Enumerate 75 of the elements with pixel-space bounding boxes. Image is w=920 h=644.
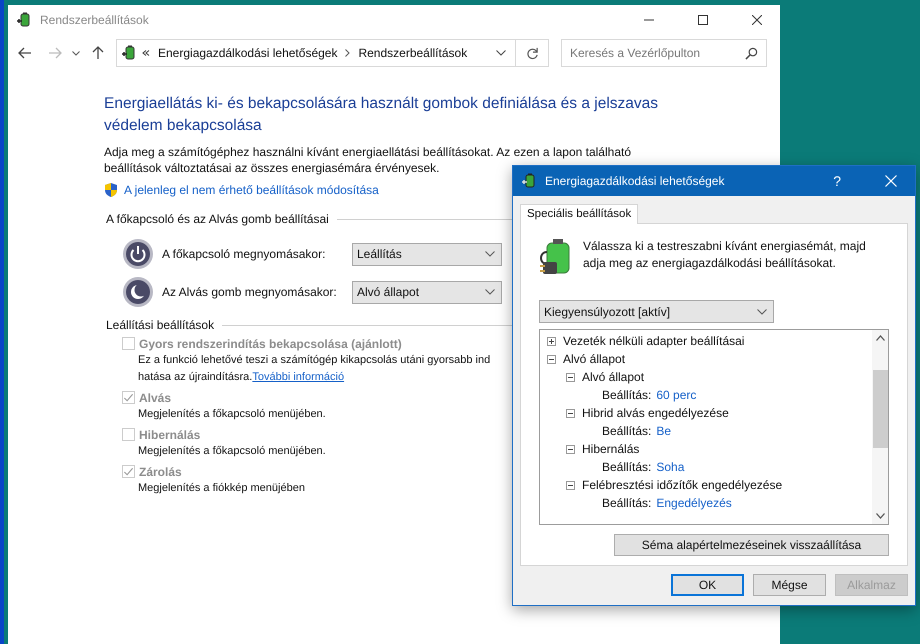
setting-label: Beállítás: xyxy=(602,496,652,510)
up-arrow-icon[interactable] xyxy=(92,46,104,60)
help-button[interactable]: ? xyxy=(833,173,841,189)
option-label: Hibernálás xyxy=(139,428,200,442)
address-bar[interactable]: Energiagazdálkodási lehetőségek Rendszerbeállítások xyxy=(116,39,516,67)
moon-icon xyxy=(122,276,154,308)
option-label: Alvás xyxy=(139,390,172,404)
admin-settings-link[interactable]: A jelenleg el nem érhető beállítások módosítása xyxy=(124,183,379,197)
setting-value[interactable]: 60 perc xyxy=(656,388,696,402)
expander-icon[interactable] xyxy=(566,444,575,454)
caret-icon xyxy=(757,308,767,314)
setting-value[interactable]: Be xyxy=(656,424,672,438)
caret-icon xyxy=(485,289,495,295)
battery-plug-icon xyxy=(521,173,537,189)
setting-label: Beállítás: xyxy=(602,388,652,402)
chevron-icon xyxy=(345,49,350,57)
setting-value[interactable]: Engedélyezés xyxy=(656,496,732,510)
setting-label: Beállítás: xyxy=(602,460,652,474)
scroll-down-icon[interactable] xyxy=(876,513,884,519)
tree-item[interactable]: Vezeték nélküli adapter beállításai xyxy=(563,334,744,348)
dialog-button[interactable]: Mégse xyxy=(753,574,826,596)
option-description: Megjelenítés a fiókkép menüjében xyxy=(138,482,305,494)
option-description: Megjelenítés a főkapcsoló menüjében. xyxy=(138,445,326,457)
option-label: Zárolás xyxy=(139,464,182,478)
refresh-icon xyxy=(526,46,538,60)
setting-label: A főkapcsoló megnyomásakor: xyxy=(162,247,326,261)
option-description: Ez a funkció lehetővé teszi a számítógép kikapcsolás utáni gyorsabb ind xyxy=(138,354,490,366)
scrollbar[interactable] xyxy=(872,330,888,524)
power-icon xyxy=(122,238,154,270)
shield-icon xyxy=(104,182,118,198)
intro-text: Válassza ki a testreszabni kívánt energiasémát, majd adja meg az energiagazdálkodási beállításokat. xyxy=(583,238,867,272)
window-title: Rendszerbeállítások xyxy=(40,13,149,27)
dialog-button[interactable]: OK xyxy=(671,574,744,596)
restore-defaults-button[interactable]: Séma alapértelmezéseinek visszaállítása xyxy=(614,534,889,556)
expander-icon[interactable] xyxy=(547,354,556,364)
scrollbar-thumb[interactable] xyxy=(872,370,888,448)
scroll-up-icon[interactable] xyxy=(876,335,884,341)
refresh-button[interactable] xyxy=(516,39,549,67)
tree-item[interactable]: Hibrid alvás engedélyezése xyxy=(582,406,729,420)
action-dropdown[interactable]: Alvó állapot xyxy=(352,280,502,304)
double-chevron-icon xyxy=(142,50,150,56)
battery-plug-icon xyxy=(16,12,32,28)
tree-item[interactable]: Alvó állapot xyxy=(563,352,626,366)
power-plan-dropdown[interactable]: Kiegyensúlyozott [aktív] xyxy=(539,300,774,323)
page-heading: Energiaellátás ki- és bekapcsolására használt gombok definiálása és a jelszavas védelem bekapcsolása xyxy=(104,94,660,136)
caret-icon xyxy=(485,251,495,257)
breadcrumb-item[interactable]: Rendszerbeállítások xyxy=(358,46,468,60)
setting-label: Az Alvás gomb megnyomásakor: xyxy=(162,285,338,299)
expander-icon[interactable] xyxy=(566,480,575,490)
section-title: Leállítási beállítások xyxy=(106,318,214,332)
breadcrumb-item[interactable]: Energiagazdálkodási lehetőségek xyxy=(158,46,338,60)
expander-icon[interactable] xyxy=(547,336,556,346)
expander-icon[interactable] xyxy=(566,408,575,418)
action-dropdown[interactable]: Leállítás xyxy=(352,242,502,266)
option-label: Gyors rendszerindítás bekapcsolása (ajánlott) xyxy=(139,336,402,350)
battery-plug-icon xyxy=(121,45,137,61)
back-arrow-icon[interactable] xyxy=(18,47,32,59)
tab[interactable]: Speciális beállítások xyxy=(520,204,638,224)
page-description: Adja meg a számítógéphez használni kívánt energiaellátási beállításokat. Az ezen a lapon található beállítások változtatásai az összes energiasémára érvényesek. xyxy=(104,144,632,176)
close-icon[interactable] xyxy=(752,15,762,25)
dialog-title: Energiagazdálkodási lehetőségek xyxy=(545,174,724,188)
section-title: A főkapcsoló és az Alvás gomb beállításai xyxy=(106,212,329,226)
option-description: hatása az újraindításra. xyxy=(138,371,252,383)
maximize-icon[interactable] xyxy=(698,15,708,25)
setting-label: Beállítás: xyxy=(602,424,652,438)
expander-icon[interactable] xyxy=(566,372,575,382)
tree-item[interactable]: Felébresztési időzítők engedélyezése xyxy=(582,478,782,492)
search-field[interactable]: Keresés a Vezérlőpulton xyxy=(561,39,767,67)
search-icon xyxy=(745,47,758,60)
setting-value[interactable]: Soha xyxy=(656,460,684,474)
option-description: Megjelenítés a főkapcsoló menüjében. xyxy=(138,408,326,420)
tree-item[interactable]: Hibernálás xyxy=(582,442,640,456)
tree-item[interactable]: Alvó állapot xyxy=(582,370,644,384)
dropdown-caret-icon[interactable] xyxy=(496,50,506,56)
caret-icon[interactable] xyxy=(72,50,80,56)
